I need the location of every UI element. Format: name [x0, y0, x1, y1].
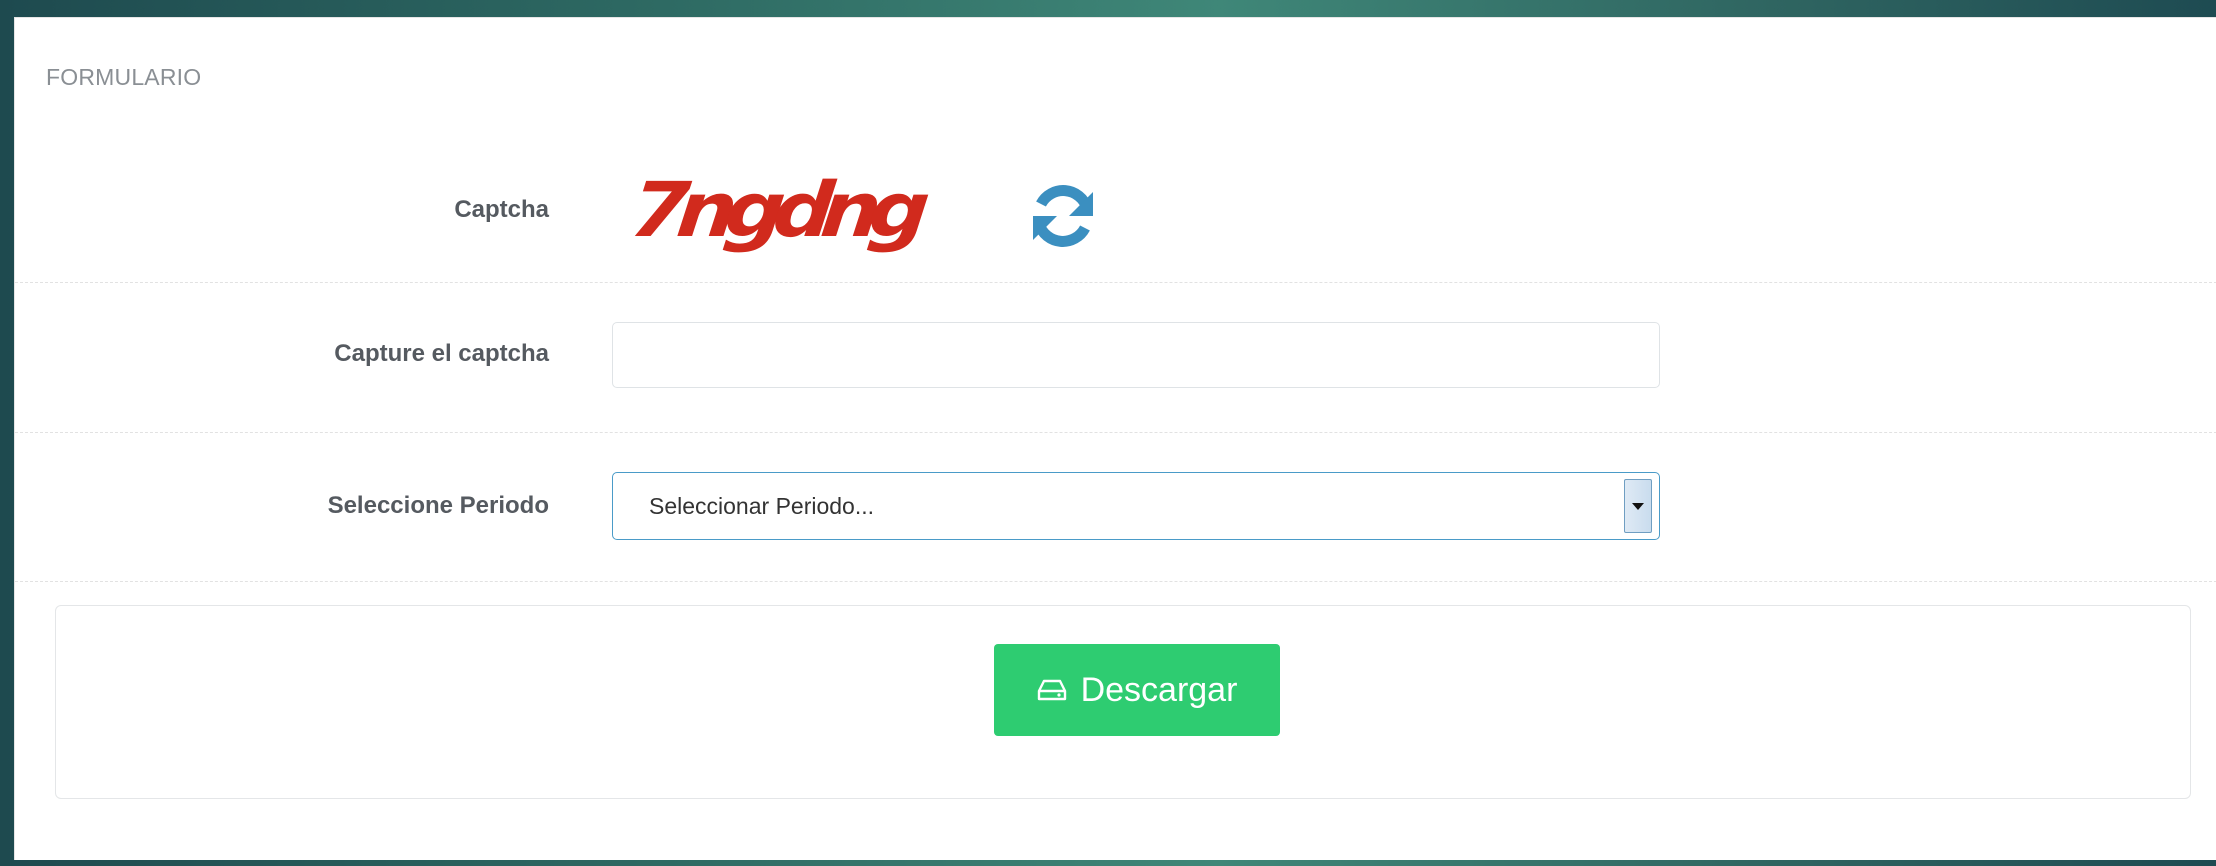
panel-title: FORMULARIO — [46, 64, 202, 90]
captcha-input-row: Capture el captcha — [15, 282, 2216, 432]
captcha-row: Captcha 7ngdng — [15, 138, 2216, 282]
period-select[interactable]: Seleccionar Periodo... — [612, 472, 1660, 540]
divider — [15, 581, 2216, 582]
period-label: Seleccione Periodo — [327, 492, 549, 519]
refresh-captcha-button[interactable] — [1025, 178, 1101, 254]
download-button-label: Descargar — [1080, 670, 1238, 709]
actions-box: Descargar — [55, 605, 2191, 799]
captcha-image: 7ngdng — [626, 166, 931, 254]
captcha-image-text: 7ngdng — [626, 165, 923, 255]
captcha-input[interactable] — [612, 322, 1660, 388]
captcha-input-label: Capture el captcha — [334, 340, 549, 367]
download-button[interactable]: Descargar — [994, 644, 1280, 736]
hdd-icon — [1037, 679, 1066, 701]
refresh-icon — [1033, 185, 1093, 247]
form-panel: FORMULARIO Captcha 7ngdng Capture el cap… — [14, 17, 2216, 860]
period-row: Seleccione Periodo Seleccionar Periodo..… — [15, 432, 2216, 581]
chevron-down-icon — [1632, 502, 1644, 510]
period-select-value: Seleccionar Periodo... — [649, 492, 875, 519]
dropdown-arrow-button[interactable] — [1624, 479, 1652, 533]
captcha-label: Captcha — [454, 196, 549, 223]
